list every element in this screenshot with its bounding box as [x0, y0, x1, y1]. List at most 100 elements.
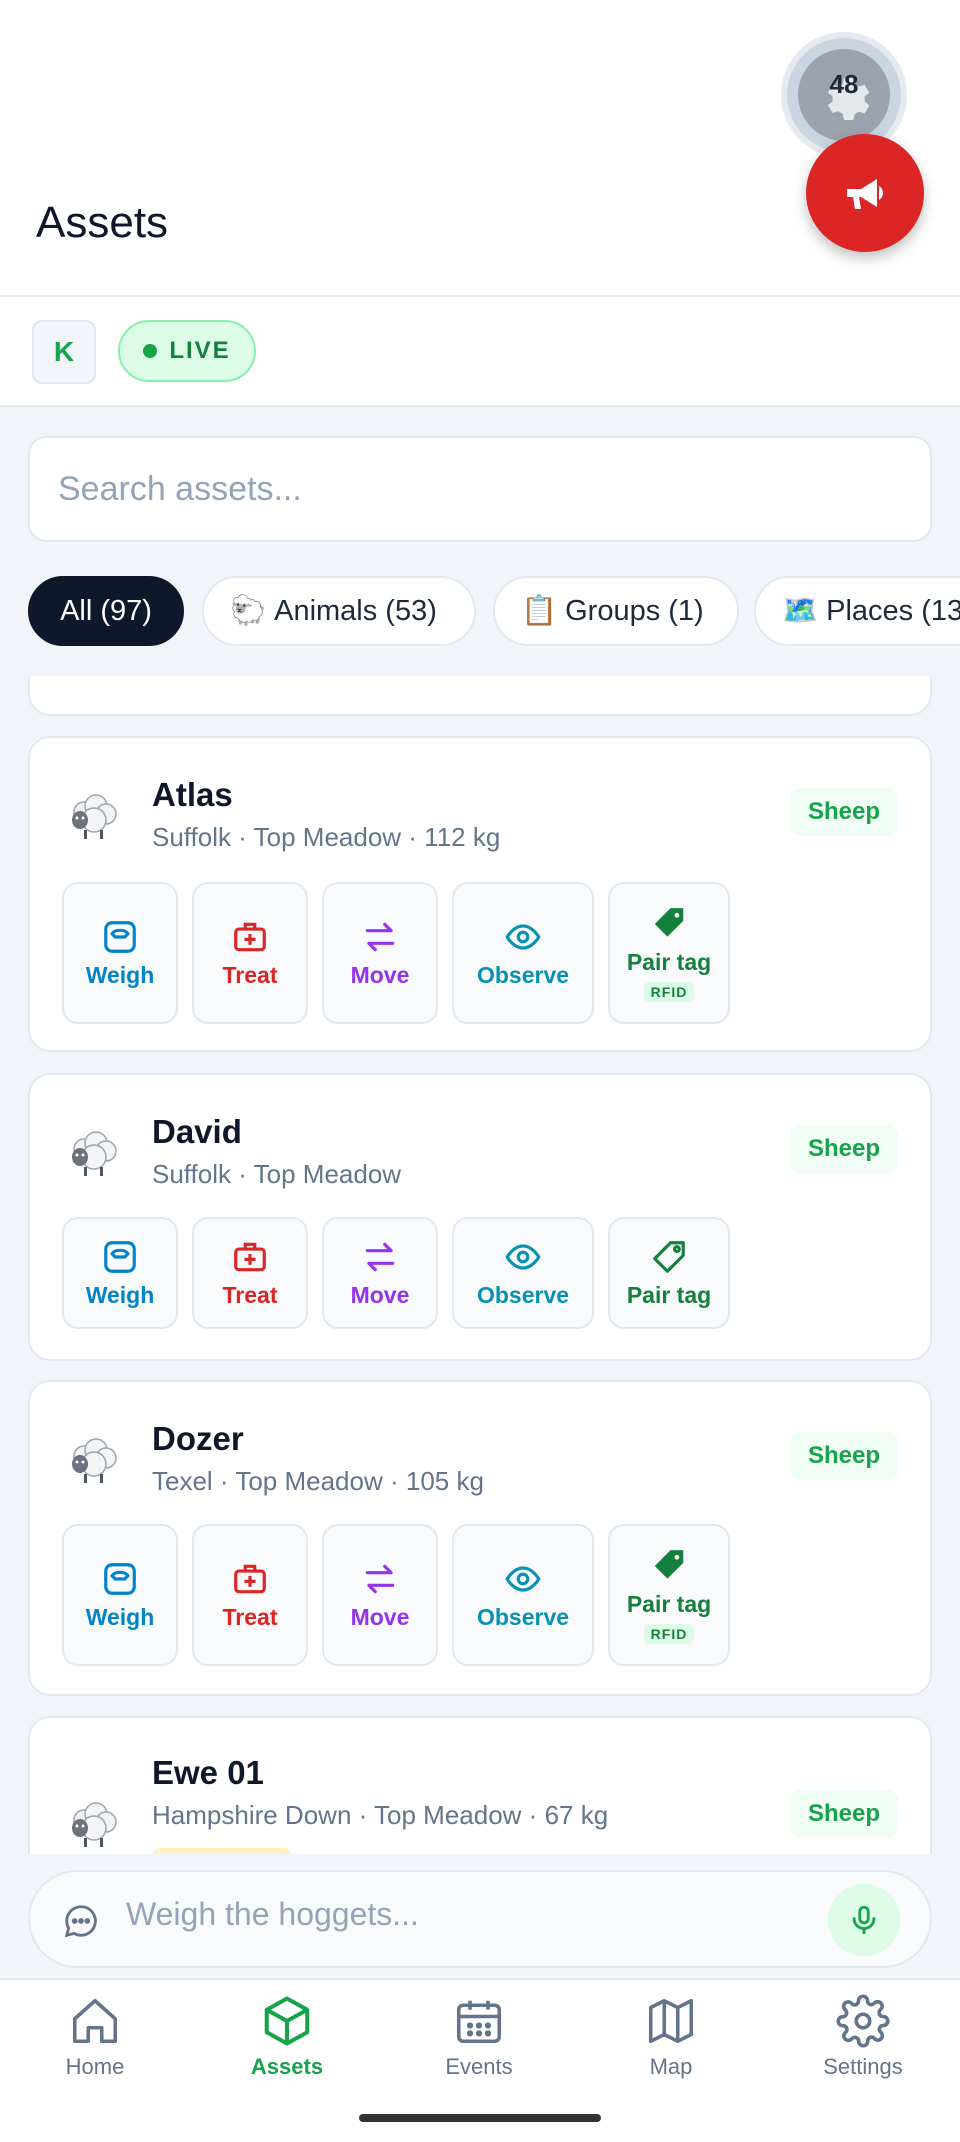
sync-queue-inner: 48 [798, 49, 890, 141]
observe-label: Observe [476, 1603, 570, 1630]
filter-chip-all[interactable]: All (97) [28, 576, 184, 646]
weigh-label: Weigh [85, 961, 155, 988]
asset-list[interactable]: Atlas Suffolk · Top Meadow · 112 kg Shee… [0, 676, 960, 1854]
filter-chip-groups[interactable]: 📋 Groups (1) [493, 576, 739, 646]
weigh-button[interactable]: Weigh [62, 882, 178, 1024]
nav-item-settings[interactable]: Settings [788, 1994, 938, 2080]
live-label: LIVE [169, 337, 231, 364]
action-row: Weigh Treat Move Observe Pair tag RFID [62, 882, 730, 1024]
eye-icon [505, 1565, 541, 1592]
treat-button[interactable]: Treat [192, 882, 308, 1024]
asset-card[interactable]: Ewe 01 Hampshire Down · Top Meadow · 67 … [28, 1716, 932, 1854]
pair-tag-label: Pair tag [626, 1590, 712, 1617]
page-title: Assets [36, 198, 169, 247]
asset-card[interactable]: Dozer Texel · Top Meadow · 105 kg Sheep … [28, 1380, 932, 1696]
cube-icon [264, 1996, 310, 2046]
tag-filled-icon [654, 907, 684, 937]
asset-name: Dozer [152, 1420, 244, 1457]
search-input[interactable] [28, 436, 932, 542]
observe-label: Observe [476, 1281, 570, 1308]
move-button[interactable]: Move [322, 1524, 438, 1666]
command-bar-area: Weigh the hoggets... [0, 1854, 960, 1978]
swap-arrows-icon [365, 1242, 395, 1271]
move-label: Move [350, 961, 410, 988]
type-badge: Sheep [789, 788, 898, 836]
nav-label: Settings [823, 2054, 903, 2079]
sheep-icon [72, 1438, 117, 1483]
move-button[interactable]: Move [322, 882, 438, 1024]
sync-count-badge: 48 [829, 69, 859, 99]
asset-name: David [152, 1113, 242, 1150]
pair-tag-label: Pair tag [626, 948, 712, 975]
nav-item-map[interactable]: Map [596, 1994, 746, 2080]
treat-button[interactable]: Treat [192, 1524, 308, 1666]
observe-button[interactable]: Observe [452, 882, 594, 1024]
nav-item-events[interactable]: Events [404, 1994, 554, 2080]
nav-label: Home [65, 2054, 125, 2079]
filter-chip-animals[interactable]: 🐑 Animals (53) [202, 576, 476, 646]
live-dot-icon [143, 344, 158, 358]
asset-name: Ewe 01 [152, 1754, 264, 1791]
sync-queue-button[interactable]: 48 [787, 38, 901, 152]
weigh-button[interactable]: Weigh [62, 1217, 178, 1329]
filter-chip-label: Groups (1) [565, 594, 704, 627]
pair-tag-button[interactable]: Pair tag RFID [608, 882, 730, 1024]
scale-icon [104, 1240, 136, 1273]
sheep-icon [72, 1131, 117, 1176]
nav-label: Events [445, 2054, 513, 2079]
status-row: K LIVE [0, 297, 960, 407]
settings-gear-icon [836, 1994, 890, 2048]
command-bar[interactable]: Weigh the hoggets... [28, 1870, 932, 1968]
rfid-badge: RFID [643, 1623, 695, 1644]
observe-label: Observe [476, 961, 570, 988]
filter-chips: All (97) 🐑 Animals (53) 📋 Groups (1) 🗺️ … [28, 576, 960, 648]
asset-name: Atlas [152, 776, 233, 813]
type-badge: Sheep [789, 1432, 898, 1480]
move-label: Move [350, 1281, 410, 1308]
live-status-pill: LIVE [118, 320, 256, 382]
asset-subtitle: Hampshire Down · Top Meadow · 67 kg [152, 1800, 609, 1830]
asset-card[interactable]: David Suffolk · Top Meadow Sheep Weigh T… [28, 1073, 932, 1361]
home-indicator[interactable] [359, 2114, 601, 2122]
move-button[interactable]: Move [322, 1217, 438, 1329]
medical-kit-icon [234, 1564, 266, 1593]
filter-chip-label: All (97) [60, 594, 152, 627]
rfid-badge: RFID [643, 981, 695, 1002]
nav-label: Map [649, 2054, 693, 2079]
weigh-button[interactable]: Weigh [62, 1524, 178, 1666]
map-icon [648, 1998, 694, 2044]
sheep-icon [72, 1802, 117, 1847]
action-row: Weigh Treat Move Observe Pair tag RFID [62, 1524, 730, 1666]
eye-icon [505, 1243, 541, 1270]
nav-label: Assets [250, 2054, 324, 2079]
microphone-button[interactable] [828, 1884, 900, 1956]
treat-label: Treat [222, 961, 278, 988]
filter-chip-places[interactable]: 🗺️ Places (13 [754, 576, 960, 646]
scale-icon [104, 920, 136, 953]
nav-item-home[interactable]: Home [20, 1994, 170, 2080]
pair-tag-button[interactable]: Pair tag [608, 1217, 730, 1329]
pair-tag-label: Pair tag [626, 1281, 712, 1308]
asset-card[interactable]: Atlas Suffolk · Top Meadow · 112 kg Shee… [28, 736, 932, 1052]
account-badge[interactable]: K [32, 320, 96, 384]
pair-tag-button[interactable]: Pair tag RFID [608, 1524, 730, 1666]
treat-button[interactable]: Treat [192, 1217, 308, 1329]
observe-button[interactable]: Observe [452, 1217, 594, 1329]
eye-icon [505, 923, 541, 950]
announce-button[interactable] [806, 134, 924, 252]
chat-bubble-icon [64, 1905, 97, 1938]
map-emoji-icon: 🗺️ [782, 595, 819, 627]
command-input[interactable]: Weigh the hoggets... [126, 1896, 419, 1933]
clipboard-emoji-icon: 📋 [521, 595, 558, 627]
nav-item-assets[interactable]: Assets [212, 1994, 362, 2080]
asset-subtitle: Suffolk · Top Meadow [152, 1159, 402, 1189]
scale-icon [104, 1562, 136, 1595]
asset-card[interactable] [28, 676, 932, 716]
observe-button[interactable]: Observe [452, 1524, 594, 1666]
treat-label: Treat [222, 1281, 278, 1308]
tag-filled-icon [654, 1549, 684, 1579]
home-icon [72, 1998, 118, 2044]
tag-outline-icon [653, 1240, 685, 1273]
app-header: Assets 48 [0, 0, 960, 297]
medical-kit-icon [234, 922, 266, 951]
